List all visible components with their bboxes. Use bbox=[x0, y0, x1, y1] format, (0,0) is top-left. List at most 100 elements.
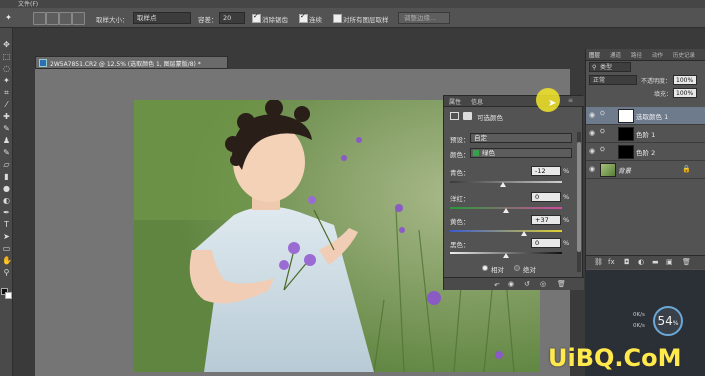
magenta-input[interactable]: 0 bbox=[531, 192, 561, 202]
black-input[interactable]: 0 bbox=[531, 238, 561, 248]
sample-size-select[interactable]: 取样点 bbox=[133, 12, 191, 24]
visibility-icon[interactable]: ◎ bbox=[540, 280, 546, 288]
cyan-slider[interactable] bbox=[450, 181, 562, 183]
tab-history[interactable]: 历史记录 bbox=[673, 51, 695, 59]
layer-thumbnail[interactable] bbox=[600, 163, 616, 177]
sample-size-label: 取样大小： bbox=[96, 16, 129, 24]
search-icon: ⚲ bbox=[592, 64, 597, 71]
magenta-slider-thumb[interactable] bbox=[503, 208, 509, 213]
tolerance-label: 容差： bbox=[198, 16, 218, 24]
new-selection-icon[interactable] bbox=[33, 12, 46, 25]
eye-icon[interactable]: ◉ bbox=[589, 165, 597, 173]
lasso-tool-icon[interactable]: ◌ bbox=[2, 64, 11, 73]
hand-tool-icon[interactable]: ✋ bbox=[2, 256, 12, 265]
healing-tool-icon[interactable]: ✚ bbox=[2, 112, 11, 121]
options-bar: ✦ 取样大小： 取样点 容差： 20 消除锯齿 连续 对所有图层取样 调整边缘.… bbox=[0, 8, 705, 28]
subtract-selection-icon[interactable] bbox=[59, 12, 72, 25]
absolute-radio[interactable] bbox=[514, 265, 520, 271]
layer-mask-thumbnail[interactable] bbox=[618, 109, 634, 123]
magenta-pct: % bbox=[563, 193, 570, 201]
layer-row[interactable]: ◉ ⛭ 色阶 1 bbox=[586, 125, 705, 143]
background-color-swatch[interactable] bbox=[5, 292, 12, 299]
cyan-input[interactable]: -12 bbox=[531, 166, 561, 176]
intersect-selection-icon[interactable] bbox=[72, 12, 85, 25]
eraser-tool-icon[interactable]: ▱ bbox=[2, 160, 11, 169]
layers-footer: ⛓ fx ◘ ◐ ▬ ▣ 🗑 bbox=[586, 255, 705, 269]
magic-wand-tool-icon[interactable]: ✦ bbox=[2, 76, 11, 85]
refine-edge-button[interactable]: 调整边缘... bbox=[398, 12, 450, 24]
fx-icon[interactable]: fx bbox=[608, 258, 615, 266]
green-swatch bbox=[473, 150, 479, 156]
add-selection-icon[interactable] bbox=[46, 12, 59, 25]
yellow-slider[interactable] bbox=[450, 230, 562, 232]
new-adjustment-icon[interactable]: ◐ bbox=[638, 258, 644, 266]
layer-row[interactable]: ◉ ⛭ 选取颜色 1 bbox=[586, 107, 705, 125]
layer-row[interactable]: ◉ ⛭ 色阶 2 bbox=[586, 143, 705, 161]
blur-tool-icon[interactable]: ● bbox=[2, 184, 11, 193]
marquee-tool-icon[interactable]: ⬚ bbox=[2, 52, 11, 61]
contiguous-checkbox[interactable] bbox=[299, 12, 308, 23]
mask-icon[interactable] bbox=[463, 112, 472, 120]
layer-mask-thumbnail[interactable] bbox=[618, 127, 634, 141]
fill-input[interactable]: 100% bbox=[673, 88, 697, 98]
path-select-icon[interactable]: ➤ bbox=[2, 232, 11, 241]
colors-select[interactable]: 绿色 bbox=[470, 148, 572, 158]
relative-radio[interactable] bbox=[482, 265, 488, 271]
properties-scrollbar[interactable] bbox=[577, 132, 581, 272]
stamp-tool-icon[interactable]: ♟ bbox=[2, 136, 11, 145]
eyedropper-tool-icon[interactable]: ⁄ bbox=[2, 100, 11, 109]
layer-kind-label: 类型 bbox=[600, 64, 613, 71]
view-previous-icon[interactable]: ◉ bbox=[508, 280, 514, 288]
blend-mode-select[interactable]: 正常 bbox=[589, 75, 637, 85]
absolute-label: 绝对 bbox=[523, 266, 536, 274]
layer-row[interactable]: ◉ 背景 🔒 bbox=[586, 161, 705, 179]
link-icon[interactable]: ⛓ bbox=[594, 258, 603, 266]
text-tool-icon[interactable]: T bbox=[2, 220, 11, 229]
yellow-input[interactable]: +37 bbox=[531, 215, 561, 225]
trash-icon[interactable]: 🗑 bbox=[682, 258, 691, 266]
tab-properties[interactable]: 属性 bbox=[449, 97, 461, 106]
tab-channels[interactable]: 通道 bbox=[610, 51, 621, 59]
opacity-input[interactable]: 100% bbox=[673, 75, 697, 85]
folder-icon[interactable]: ▬ bbox=[652, 258, 659, 266]
all-layers-checkbox[interactable] bbox=[333, 14, 342, 23]
magic-wand-icon[interactable]: ✦ bbox=[4, 13, 13, 22]
dodge-tool-icon[interactable]: ◐ bbox=[2, 196, 11, 205]
yellow-slider-thumb[interactable] bbox=[521, 231, 527, 236]
preset-select[interactable]: 自定 bbox=[470, 133, 572, 143]
tab-paths[interactable]: 路径 bbox=[631, 51, 642, 59]
tab-actions[interactable]: 动作 bbox=[652, 51, 663, 59]
document-tab[interactable]: 2W5A7851.CR2 @ 12.5% (选取颜色 1, 图层蒙版/8) * bbox=[35, 56, 228, 69]
properties-scrollbar-thumb[interactable] bbox=[577, 142, 581, 252]
eye-icon[interactable]: ◉ bbox=[589, 129, 597, 137]
pen-tool-icon[interactable]: ✒ bbox=[2, 208, 11, 217]
history-brush-icon[interactable]: ✎ bbox=[2, 148, 11, 157]
document-title: 2W5A7851.CR2 @ 12.5% (选取颜色 1, 图层蒙版/8) * bbox=[50, 61, 201, 68]
zoom-tool-icon[interactable]: ⚲ bbox=[2, 268, 11, 277]
tab-info[interactable]: 信息 bbox=[471, 97, 483, 106]
brush-tool-icon[interactable]: ✎ bbox=[2, 124, 11, 133]
eye-icon[interactable]: ◉ bbox=[589, 147, 597, 155]
antialias-checkbox[interactable] bbox=[252, 12, 261, 23]
shape-tool-icon[interactable]: ▭ bbox=[2, 244, 11, 253]
trash-icon[interactable]: 🗑 bbox=[557, 280, 566, 288]
crop-tool-icon[interactable]: ⌗ bbox=[2, 88, 11, 97]
tab-layers[interactable]: 图层 bbox=[589, 51, 600, 59]
panel-menu-icon[interactable]: ≡ bbox=[568, 97, 573, 104]
tolerance-input[interactable]: 20 bbox=[219, 12, 245, 24]
reset-icon[interactable]: ↺ bbox=[524, 280, 530, 288]
new-layer-icon[interactable]: ▣ bbox=[666, 258, 673, 266]
eye-icon[interactable]: ◉ bbox=[589, 111, 597, 119]
move-tool-icon[interactable]: ✥ bbox=[2, 40, 11, 49]
all-layers-label: 对所有图层取样 bbox=[343, 16, 389, 24]
layer-mask-thumbnail[interactable] bbox=[618, 145, 634, 159]
black-slider-thumb[interactable] bbox=[503, 253, 509, 258]
menu-bar: 文件(F) bbox=[0, 0, 705, 8]
layer-kind-filter[interactable]: ⚲ 类型 bbox=[589, 62, 631, 72]
clip-to-layer-icon[interactable]: ⬐ bbox=[494, 280, 500, 288]
gradient-tool-icon[interactable]: ▮ bbox=[2, 172, 11, 181]
add-mask-icon[interactable]: ◘ bbox=[624, 258, 630, 266]
menu-file[interactable]: 文件(F) bbox=[18, 0, 38, 8]
cyan-pct: % bbox=[563, 167, 570, 175]
cyan-slider-thumb[interactable] bbox=[500, 182, 506, 187]
